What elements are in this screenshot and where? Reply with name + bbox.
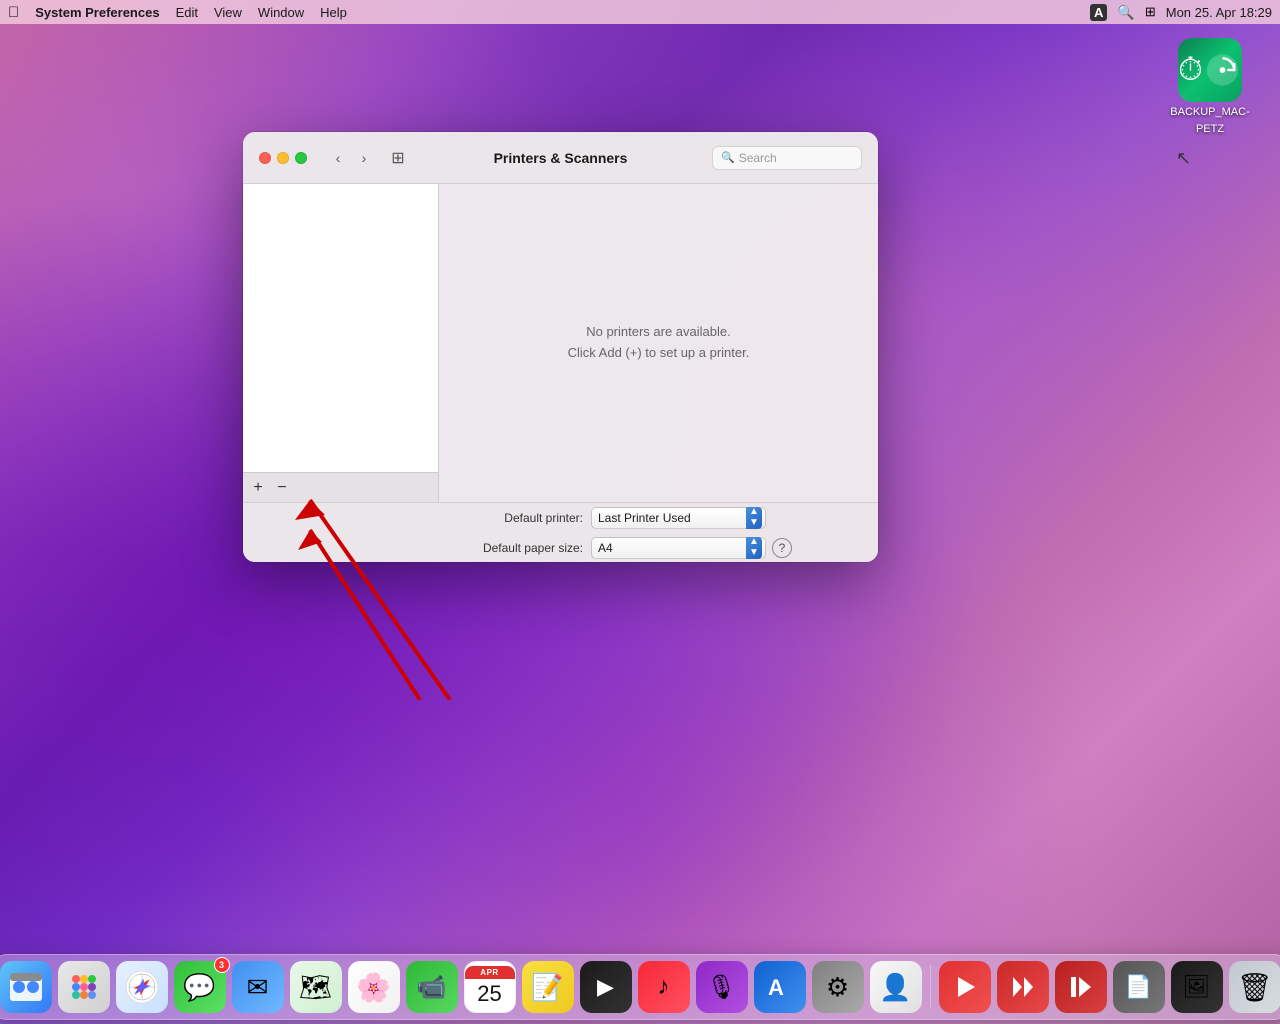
dock-item-appletv[interactable]: ▶ [580,961,632,1013]
dock-item-finder[interactable] [0,961,52,1013]
forward-button[interactable]: › [353,147,375,169]
default-printer-row: Default printer: Last Printer Used ▲ ▼ [453,507,792,529]
default-paper-row: Default paper size: A4 ▲ ▼ ? [453,537,792,559]
menubar-control-center[interactable]: ⊞ [1145,4,1156,20]
dock-item-mail[interactable]: ✉ [232,961,284,1013]
printer-list [243,184,438,472]
messages-badge: 3 [214,957,230,973]
main-panel: No printers are available. Click Add (+)… [439,184,878,502]
menubar-icon-a[interactable]: A [1090,4,1107,21]
default-printer-label: Default printer: [453,511,583,525]
window-titlebar: ‹ › ⊞ Printers & Scanners 🔍 Search [243,132,878,184]
desktop-icon-backup[interactable]: BACKUP_MAC- PETZ [1170,38,1250,136]
printers-scanners-window: ‹ › ⊞ Printers & Scanners 🔍 Search + − [243,132,878,562]
remove-printer-button[interactable]: − [271,478,293,498]
dock-item-sysprefs[interactable]: ⚙ [812,961,864,1013]
sidebar-toolbar: + − [243,472,438,502]
dock-item-photo-library[interactable]: 🖼 [1171,961,1223,1013]
dock-item-contacts[interactable]: 👤 [870,961,922,1013]
edit-menu[interactable]: Edit [176,5,198,20]
settings-bar: Default printer: Last Printer Used ▲ ▼ [243,502,878,562]
minimize-button[interactable] [277,152,289,164]
app-name-menu[interactable]: System Preferences [35,5,159,20]
dock-item-safari[interactable] [116,961,168,1013]
default-paper-select-wrapper: A4 ▲ ▼ [591,537,766,559]
dock-item-launchpad[interactable] [58,961,110,1013]
dock-item-appstore[interactable]: A [754,961,806,1013]
search-placeholder: Search [739,151,777,165]
dock-item-script[interactable]: 📄 [1113,961,1165,1013]
menubar:  System Preferences Edit View Window He… [0,0,1280,24]
dock-separator [930,965,931,1009]
dock-item-trash[interactable]: 🗑 [1229,961,1280,1013]
search-icon: 🔍 [721,151,735,164]
backup-icon-label: BACKUP_MAC- [1170,106,1249,119]
dock-item-shortcuts3[interactable] [1055,961,1107,1013]
default-paper-label: Default paper size: [453,541,583,555]
grid-view-button[interactable]: ⊞ [387,147,409,169]
help-menu[interactable]: Help [320,5,347,20]
dock-item-music[interactable]: ♪ [638,961,690,1013]
dock-item-shortcuts1[interactable] [939,961,991,1013]
dock-item-photos[interactable]: 🌸 [348,961,400,1013]
dock-item-shortcuts2[interactable] [997,961,1049,1013]
desktop:  System Preferences Edit View Window He… [0,0,1280,1024]
dock-item-maps[interactable]: 🗺 [290,961,342,1013]
dock-inner: 💬 3 ✉ 🗺 🌸 📹 APR 25 📝 [0,954,1280,1020]
backup-icon [1178,38,1242,102]
search-bar[interactable]: 🔍 Search [712,146,862,170]
dock-item-notes[interactable]: 📝 [522,961,574,1013]
dock-item-messages[interactable]: 💬 3 [174,961,226,1013]
default-printer-select-wrapper: Last Printer Used ▲ ▼ [591,507,766,529]
dock-item-podcasts[interactable]: 🎙 [696,961,748,1013]
traffic-lights [259,152,307,164]
dock: 💬 3 ✉ 🗺 🌸 📹 APR 25 📝 [0,944,1280,1024]
back-button[interactable]: ‹ [327,147,349,169]
backup-icon-label2: PETZ [1196,123,1224,136]
add-printer-button[interactable]: + [247,478,269,498]
content-area: + − No printers are available. Click Add… [243,184,878,502]
cursor: ↖ [1176,148,1191,169]
svg-text:A: A [768,975,784,1000]
window-title: Printers & Scanners [494,150,628,166]
close-button[interactable] [259,152,271,164]
navigation-buttons: ‹ › [327,147,375,169]
maximize-button[interactable] [295,152,307,164]
default-paper-select[interactable]: A4 [591,537,766,559]
apple-menu[interactable]:  [8,4,19,21]
default-printer-select[interactable]: Last Printer Used [591,507,766,529]
help-button[interactable]: ? [772,538,792,558]
dock-item-facetime[interactable]: 📹 [406,961,458,1013]
menubar-datetime: Mon 25. Apr 18:29 [1166,5,1272,20]
dock-item-calendar[interactable]: APR 25 [464,961,516,1013]
menubar-search-icon[interactable]: 🔍 [1117,4,1134,21]
window-menu[interactable]: Window [258,5,304,20]
printer-list-sidebar: + − [243,184,439,502]
view-menu[interactable]: View [214,5,242,20]
window-content: + − No printers are available. Click Add… [243,184,878,562]
no-printers-message: No printers are available. Click Add (+)… [568,322,750,364]
